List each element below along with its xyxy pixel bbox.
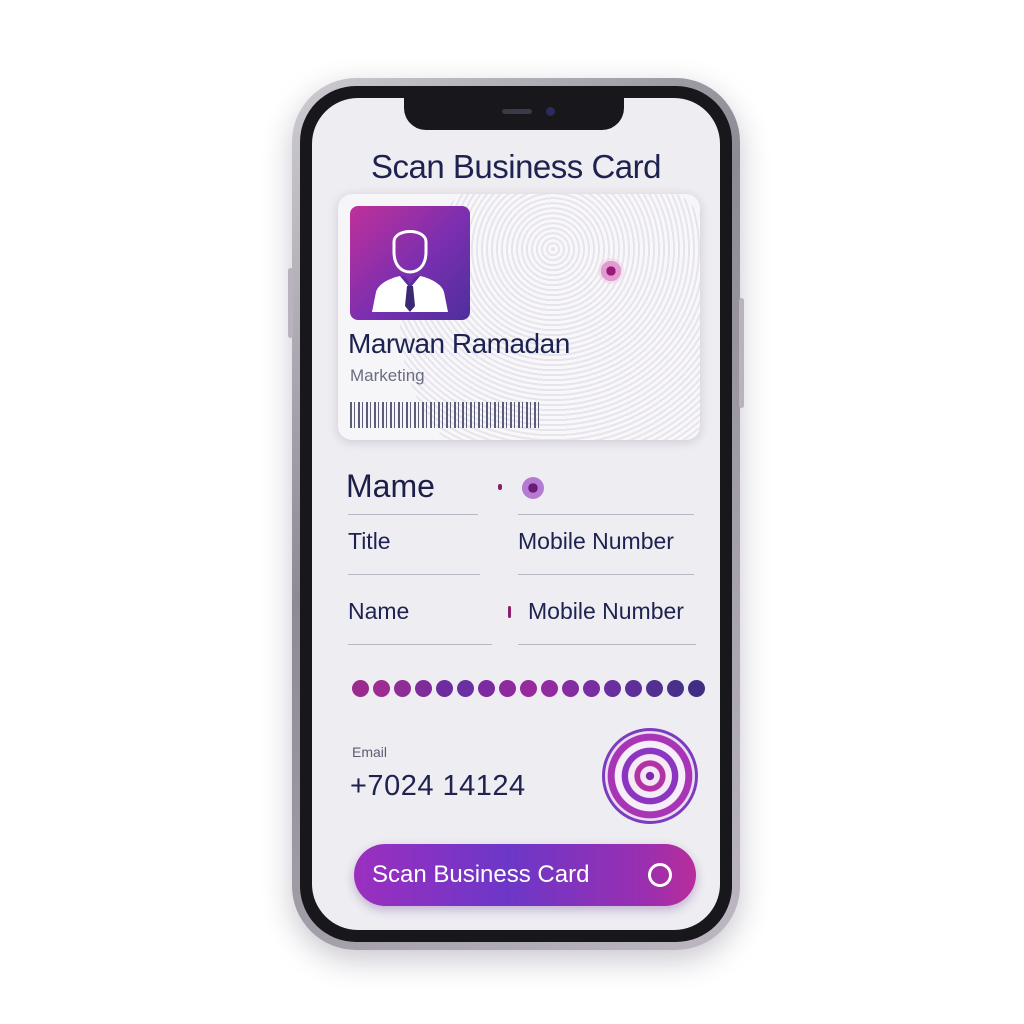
progress-dot	[625, 680, 642, 697]
mobile-number-field-label-2[interactable]: Mobile Number	[528, 598, 684, 625]
form-heading: Mame	[346, 468, 435, 504]
progress-dot	[646, 680, 663, 697]
notch	[404, 98, 624, 130]
mobile-number-field-label[interactable]: Mobile Number	[518, 528, 674, 555]
phone-bezel: Scan Business Card Marwan Ramadan Market…	[300, 86, 732, 942]
progress-dot	[457, 680, 474, 697]
progress-dot	[436, 680, 453, 697]
card-person-name: Marwan Ramadan	[348, 328, 570, 359]
name-field-underline	[348, 644, 492, 645]
name-field-label[interactable]: Name	[348, 598, 409, 625]
front-camera	[546, 107, 555, 116]
phone-frame: Scan Business Card Marwan Ramadan Market…	[288, 78, 744, 950]
phone-screen: Scan Business Card Marwan Ramadan Market…	[312, 98, 720, 930]
fingerprint-icon[interactable]	[602, 728, 698, 824]
title-field-label[interactable]: Title	[348, 528, 391, 555]
business-card-preview[interactable]: Marwan Ramadan Marketing	[338, 194, 700, 440]
indicator-tick	[498, 484, 502, 490]
progress-dot	[394, 680, 411, 697]
power-button	[739, 298, 744, 408]
mobile-field-top-line	[518, 514, 694, 515]
person-icon	[372, 230, 448, 312]
card-person-role: Marketing	[350, 366, 425, 385]
page-title: Scan Business Card	[371, 148, 661, 185]
scan-business-card-button[interactable]: Scan Business Card	[354, 844, 696, 906]
progress-dot	[373, 680, 390, 697]
title-field-bottom-line	[348, 574, 480, 575]
mobile-field-bottom-line	[518, 574, 694, 575]
progress-dot	[415, 680, 432, 697]
progress-dot	[583, 680, 600, 697]
progress-dot	[688, 680, 705, 697]
ring-icon	[648, 863, 672, 887]
progress-dot	[352, 680, 369, 697]
phone-number-value[interactable]: +7024 14124	[350, 770, 526, 803]
progress-dot	[604, 680, 621, 697]
mobile-field-2-underline	[518, 644, 696, 645]
volume-button	[288, 268, 293, 338]
scan-button-label: Scan Business Card	[372, 861, 590, 888]
progress-dot	[667, 680, 684, 697]
barcode	[350, 402, 542, 428]
record-dot-icon	[522, 477, 544, 499]
progress-dot	[520, 680, 537, 697]
progress-dot	[541, 680, 558, 697]
title-field-underline	[348, 514, 478, 515]
scan-point-icon	[598, 258, 624, 284]
scan-progress-dots	[352, 680, 705, 697]
progress-dot	[478, 680, 495, 697]
email-label: Email	[352, 744, 388, 760]
speaker-grille	[502, 109, 532, 114]
field-separator-icon	[508, 606, 511, 618]
progress-dot	[499, 680, 516, 697]
avatar	[350, 206, 470, 320]
progress-dot	[562, 680, 579, 697]
